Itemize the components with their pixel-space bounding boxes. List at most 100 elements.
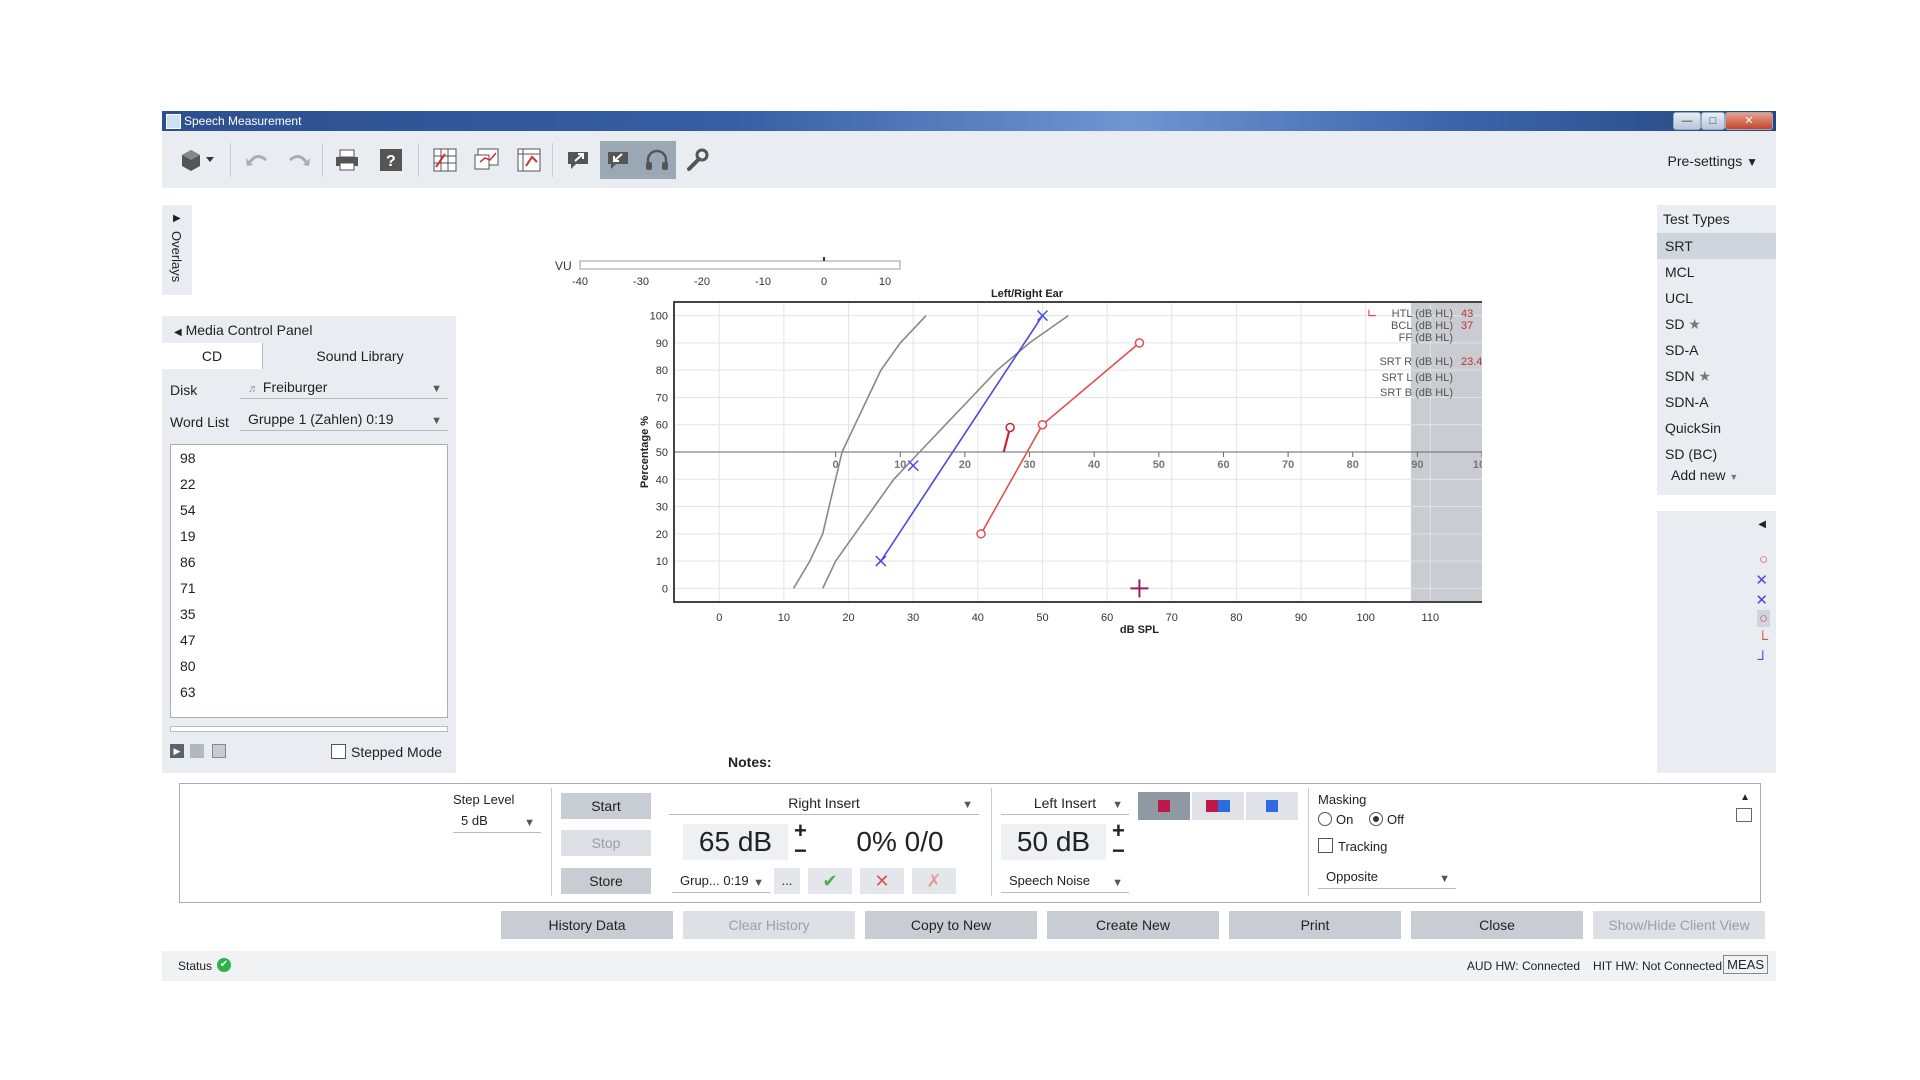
stop-button[interactable]: Stop xyxy=(561,830,651,856)
tab-sound-library[interactable]: Sound Library xyxy=(262,343,457,369)
wordlist-select[interactable]: Gruppe 1 (Zahlen) 0:19 ▼ xyxy=(240,408,448,431)
store-button[interactable]: Store xyxy=(561,868,651,894)
speech-audiogram-chart[interactable]: VU-40 -30 -20 -10 0 10 Left/Right Ear 0 10 20 30 40… xyxy=(452,181,1580,671)
left-masked-symbol-icon[interactable]: ✕ xyxy=(1755,591,1768,609)
list-item[interactable]: 19 xyxy=(171,523,447,549)
left-unmasked-symbol-icon[interactable]: ✕ xyxy=(1755,571,1768,589)
stepped-mode-label: Stepped Mode xyxy=(351,744,443,760)
right-bc-symbol-icon[interactable]: └ xyxy=(1757,631,1768,648)
chevron-down-icon: ▼ xyxy=(524,817,535,829)
table-chart-icon[interactable] xyxy=(510,141,548,179)
list-item[interactable]: 63 xyxy=(171,679,447,705)
left-bc-symbol-icon[interactable]: ┘ xyxy=(1757,651,1768,668)
history-data-button[interactable]: History Data xyxy=(501,911,673,939)
collapse-up-icon[interactable]: ▲ xyxy=(1740,792,1750,803)
presettings-dropdown[interactable]: Pre-settings ▼ xyxy=(1668,153,1758,169)
step-level-select[interactable]: 5 dB ▼ xyxy=(453,810,541,833)
right-level-decrease-button[interactable]: − xyxy=(794,840,807,862)
list-item[interactable]: 80 xyxy=(171,653,447,679)
vu-label: VU xyxy=(555,259,572,273)
masking-on-radio[interactable]: On xyxy=(1318,812,1353,827)
tracking-checkbox[interactable]: Tracking xyxy=(1318,838,1387,854)
export-arrow-icon[interactable] xyxy=(560,141,598,179)
left-noise-select[interactable]: Speech Noise ▼ xyxy=(1001,870,1129,893)
test-type-quicksin[interactable]: QuickSin xyxy=(1657,415,1776,441)
stepped-mode-checkbox[interactable]: Stepped Mode xyxy=(331,744,442,760)
binaural-channel-button[interactable] xyxy=(1192,792,1244,820)
right-masked-symbol-icon[interactable]: ○ xyxy=(1756,610,1770,627)
help-icon[interactable]: ? xyxy=(372,141,410,179)
test-type-srt[interactable]: SRT xyxy=(1657,233,1776,259)
vu-tick-label: -30 xyxy=(633,276,649,288)
list-item[interactable]: 22 xyxy=(171,471,447,497)
test-type-sd-a[interactable]: SD-A xyxy=(1657,337,1776,363)
overlays-panel-toggle[interactable]: ▶ Overlays xyxy=(162,205,192,295)
word-group-select[interactable]: Grup... 0:19 ▼ xyxy=(672,870,770,893)
more-options-button[interactable]: ... xyxy=(774,868,800,894)
play-icon[interactable]: ▶ xyxy=(170,744,184,758)
client-view-icon[interactable] xyxy=(600,141,638,179)
incorrect-button[interactable]: ✕ xyxy=(860,868,904,894)
test-type-sd[interactable]: SD ★ xyxy=(1657,311,1776,337)
y-tick-label: 30 xyxy=(656,502,668,514)
undo-icon[interactable] xyxy=(238,141,276,179)
close-button[interactable]: Close xyxy=(1411,911,1583,939)
close-window-button[interactable]: ✕ xyxy=(1725,112,1773,130)
print-icon[interactable] xyxy=(328,141,366,179)
progress-track[interactable] xyxy=(170,726,448,732)
minimize-button[interactable]: — xyxy=(1673,112,1701,130)
test-type-sdn[interactable]: SDN ★ xyxy=(1657,363,1776,389)
redo-icon[interactable] xyxy=(280,141,318,179)
copy-to-new-button[interactable]: Copy to New xyxy=(865,911,1037,939)
status-ok-icon: ✔ xyxy=(217,958,231,972)
test-type-sdn-a[interactable]: SDN-A xyxy=(1657,389,1776,415)
right-channel-button[interactable] xyxy=(1138,792,1190,820)
add-new-label: Add new xyxy=(1671,467,1726,483)
list-settings-icon[interactable] xyxy=(212,744,226,758)
right-transducer-select[interactable]: Right Insert ▼ xyxy=(669,792,979,815)
tab-cd[interactable]: CD xyxy=(162,343,262,369)
grid-chart-icon[interactable] xyxy=(426,141,464,179)
start-button[interactable]: Start xyxy=(561,793,651,819)
stop-icon[interactable] xyxy=(190,744,204,758)
disk-select[interactable]: ♬ Freiburger ▼ xyxy=(240,376,448,399)
right-unmasked-symbol-icon[interactable]: ○ xyxy=(1759,551,1768,568)
list-item[interactable]: 35 xyxy=(171,601,447,627)
add-new-test-type[interactable]: Add new ▼ xyxy=(1657,467,1776,483)
undo-response-button[interactable]: ✗ xyxy=(912,868,956,894)
list-item[interactable]: 54 xyxy=(171,497,447,523)
x-tick-label: 30 xyxy=(907,612,919,624)
measure-cube-icon[interactable] xyxy=(174,141,222,179)
left-channel-button[interactable] xyxy=(1246,792,1298,820)
list-item[interactable]: 71 xyxy=(171,575,447,601)
maximize-button[interactable]: □ xyxy=(1701,112,1725,130)
masking-off-radio[interactable]: Off xyxy=(1369,812,1404,827)
headphones-icon[interactable] xyxy=(638,141,676,179)
x-tick-label: 60 xyxy=(1101,612,1113,624)
disk-label: Disk xyxy=(170,382,198,398)
left-level-decrease-button[interactable]: − xyxy=(1112,840,1125,862)
show-hide-client-view-button[interactable]: Show/Hide Client View xyxy=(1593,911,1765,939)
meas-indicator[interactable]: MEAS xyxy=(1723,955,1768,974)
collapse-arrow-icon[interactable]: ◀ xyxy=(1758,519,1766,530)
clear-history-button[interactable]: Clear History xyxy=(683,911,855,939)
detach-window-icon[interactable] xyxy=(1736,808,1752,822)
list-item[interactable]: 98 xyxy=(171,445,447,471)
media-panel-header[interactable]: ◀ Media Control Panel xyxy=(174,322,312,338)
list-item[interactable]: 86 xyxy=(171,549,447,575)
test-type-mcl[interactable]: MCL xyxy=(1657,259,1776,285)
create-new-button[interactable]: Create New xyxy=(1047,911,1219,939)
list-item[interactable]: 47 xyxy=(171,627,447,653)
correct-button[interactable]: ✔ xyxy=(808,868,852,894)
collapse-arrow-icon: ◀ xyxy=(174,327,182,338)
checkbox-box xyxy=(1318,838,1333,853)
trend-chart-icon[interactable] xyxy=(468,141,506,179)
test-type-sd-bc[interactable]: SD (BC) xyxy=(1657,441,1776,467)
notes-input[interactable] xyxy=(180,784,410,902)
print-button[interactable]: Print xyxy=(1229,911,1401,939)
left-transducer-select[interactable]: Left Insert ▼ xyxy=(1001,792,1129,815)
wrench-icon[interactable] xyxy=(678,141,716,179)
word-list[interactable]: 98 22 54 19 86 71 35 47 80 63 xyxy=(170,444,448,718)
test-type-ucl[interactable]: UCL xyxy=(1657,285,1776,311)
masking-mode-select[interactable]: Opposite ▼ xyxy=(1318,866,1456,889)
